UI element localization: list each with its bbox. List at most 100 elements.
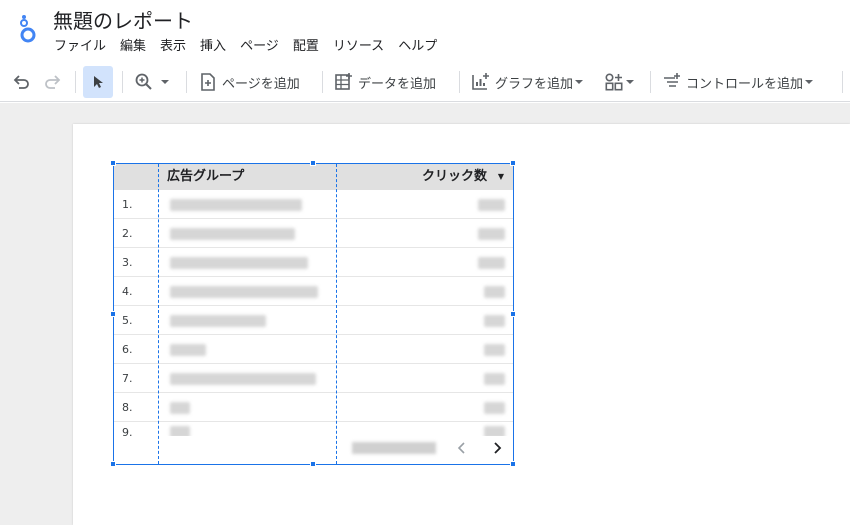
table-row: 6.: [114, 335, 513, 364]
column-header-clicks[interactable]: クリック数: [422, 164, 487, 190]
resize-handle[interactable]: [110, 311, 116, 317]
chevron-down-icon: [575, 80, 584, 84]
toolbar-divider: [75, 71, 76, 93]
canvas-area: 広告グループ クリック数 ▼ 1. 2. 3. 4. 5. 6. 7. 8. 9…: [0, 103, 850, 525]
add-chart-icon: [472, 73, 489, 90]
add-component-icon: [605, 73, 623, 91]
redacted-cell: [484, 426, 505, 436]
resize-handle[interactable]: [310, 461, 316, 467]
resize-handle[interactable]: [510, 160, 516, 166]
redacted-cell: [484, 402, 505, 414]
undo-icon: [13, 75, 29, 89]
menu-view[interactable]: 表示: [153, 37, 193, 57]
title-bar: 無題のレポート ファイル 編集 表示 挿入 ページ 配置 リソース ヘルプ: [0, 0, 850, 62]
menu-insert[interactable]: 挿入: [193, 37, 233, 57]
add-control-button[interactable]: コントロールを追加: [662, 66, 815, 98]
row-number: 2.: [122, 227, 133, 240]
sort-descending-icon[interactable]: ▼: [498, 164, 504, 190]
resize-handle[interactable]: [510, 461, 516, 467]
toolbar-divider: [459, 71, 460, 93]
report-title[interactable]: 無題のレポート: [53, 8, 193, 34]
toolbar-divider: [186, 71, 187, 93]
resize-handle[interactable]: [310, 160, 316, 166]
redacted-cell: [170, 344, 206, 356]
table-row: 8.: [114, 393, 513, 422]
chevron-down-icon: [805, 80, 814, 84]
table-row: 4.: [114, 277, 513, 306]
redacted-cell: [170, 199, 302, 211]
column-divider: [336, 164, 337, 464]
redacted-cell: [484, 315, 505, 327]
redacted-cell: [170, 373, 316, 385]
column-divider: [158, 164, 159, 464]
redo-icon: [45, 75, 61, 89]
toolbar-divider: [122, 71, 123, 93]
add-data-button[interactable]: データを追加: [334, 66, 436, 98]
redacted-cell: [170, 228, 295, 240]
add-control-label: コントロールを追加: [686, 76, 804, 92]
redacted-pagination-text: [352, 442, 436, 454]
resize-handle[interactable]: [110, 160, 116, 166]
table-row: 7.: [114, 364, 513, 393]
add-data-icon: [335, 73, 352, 90]
chevron-right-icon[interactable]: [489, 436, 505, 460]
chevron-down-icon: [626, 80, 634, 84]
redacted-cell: [170, 426, 190, 436]
menu-page[interactable]: ページ: [233, 37, 286, 57]
redacted-cell: [170, 286, 318, 298]
add-chart-label: グラフを追加: [495, 76, 574, 92]
menu-help[interactable]: ヘルプ: [391, 37, 444, 57]
table-header: 広告グループ クリック数 ▼: [114, 164, 513, 190]
redacted-cell: [170, 315, 266, 327]
redacted-cell: [484, 344, 505, 356]
resize-handle[interactable]: [510, 311, 516, 317]
redacted-cell: [478, 228, 505, 240]
table-row: 9.: [114, 422, 513, 436]
menu-resources[interactable]: リソース: [326, 37, 391, 57]
redacted-cell: [478, 199, 505, 211]
table-row: 5.: [114, 306, 513, 335]
row-number: 7.: [122, 372, 133, 385]
menu-file[interactable]: ファイル: [47, 37, 113, 57]
redacted-cell: [170, 257, 308, 269]
add-component-button[interactable]: [604, 66, 640, 98]
undo-button[interactable]: [8, 66, 34, 98]
looker-studio-logo-icon: [20, 15, 36, 43]
cursor-arrow-icon: [94, 76, 103, 88]
toolbar: ページを追加 データを追加 グラフを追加 コントロールを追加: [0, 62, 850, 102]
row-number: 6.: [122, 343, 133, 356]
row-number: 1.: [122, 198, 133, 211]
menu-edit[interactable]: 編集: [113, 37, 153, 57]
redacted-cell: [478, 257, 505, 269]
report-page[interactable]: 広告グループ クリック数 ▼ 1. 2. 3. 4. 5. 6. 7. 8. 9…: [73, 124, 850, 525]
zoom-button[interactable]: [134, 66, 176, 98]
redacted-cell: [484, 286, 505, 298]
toolbar-divider: [650, 71, 651, 93]
row-number: 5.: [122, 314, 133, 327]
add-page-label: ページを追加: [222, 76, 300, 92]
add-control-icon: [664, 73, 680, 87]
resize-handle[interactable]: [110, 461, 116, 467]
table-chart[interactable]: 広告グループ クリック数 ▼ 1. 2. 3. 4. 5. 6. 7. 8. 9…: [110, 160, 516, 467]
toolbar-divider: [842, 71, 843, 93]
add-chart-button[interactable]: グラフを追加: [471, 66, 585, 98]
row-number: 8.: [122, 401, 133, 414]
zoom-in-icon: [135, 73, 152, 90]
select-tool-button[interactable]: [83, 66, 113, 98]
column-header-ad-group[interactable]: 広告グループ: [167, 164, 244, 190]
menu-bar: ファイル 編集 表示 挿入 ページ 配置 リソース ヘルプ: [47, 37, 444, 57]
row-number: 4.: [122, 285, 133, 298]
add-data-label: データを追加: [358, 76, 437, 92]
table-row: 2.: [114, 219, 513, 248]
redacted-cell: [170, 402, 190, 414]
table-row: 1.: [114, 190, 513, 219]
chevron-down-icon: [161, 80, 169, 84]
menu-arrange[interactable]: 配置: [286, 37, 326, 57]
redacted-cell: [484, 373, 505, 385]
add-page-icon: [201, 73, 215, 91]
add-page-button[interactable]: ページを追加: [198, 66, 300, 98]
row-number: 3.: [122, 256, 133, 269]
row-number: 9.: [122, 426, 133, 436]
redo-button[interactable]: [40, 66, 66, 98]
chevron-left-icon[interactable]: [454, 436, 470, 460]
